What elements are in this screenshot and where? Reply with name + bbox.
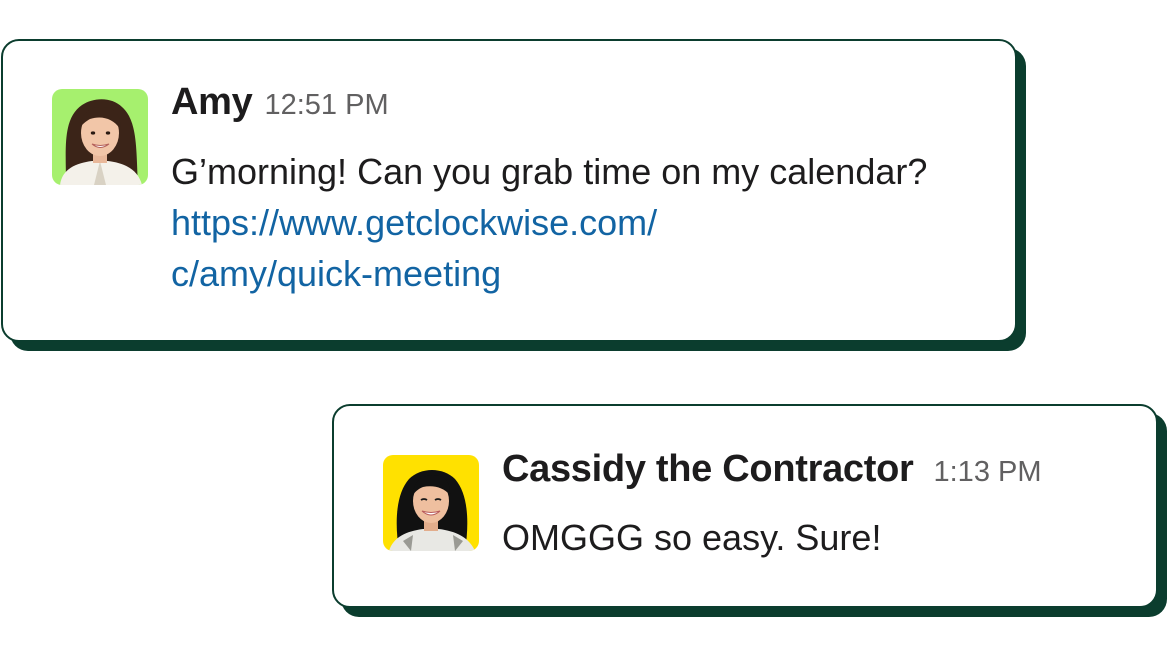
message-timestamp[interactable]: 1:13 PM [934,456,1042,489]
message-header: Cassidy the Contractor 1:13 PM [502,448,1042,491]
message-text: G’morning! Can you grab time on my calen… [171,146,971,299]
message-header: Amy 12:51 PM [171,81,389,124]
message-card-amy: Amy 12:51 PM G’morning! Can you grab tim… [1,39,1017,342]
message-timestamp[interactable]: 12:51 PM [264,89,388,122]
calendar-link[interactable]: https://www.getclockwise.com/c/amy/quick… [171,202,657,294]
cassidy-avatar-image [383,455,479,551]
calendar-link-part-1[interactable]: https://www.getclockwise.com/ [171,202,657,243]
calendar-link-part-2[interactable]: c/amy/quick-meeting [171,253,501,294]
sender-name[interactable]: Cassidy the Contractor [502,448,914,491]
avatar[interactable] [52,89,148,185]
message-text: OMGGG so easy. Sure! [502,517,882,558]
amy-avatar-image [52,89,148,185]
sender-name[interactable]: Amy [171,81,253,124]
avatar[interactable] [383,455,479,551]
message-card-cassidy: Cassidy the Contractor 1:13 PM OMGGG so … [332,404,1158,608]
message-text-content: G’morning! Can you grab time on my calen… [171,151,928,192]
